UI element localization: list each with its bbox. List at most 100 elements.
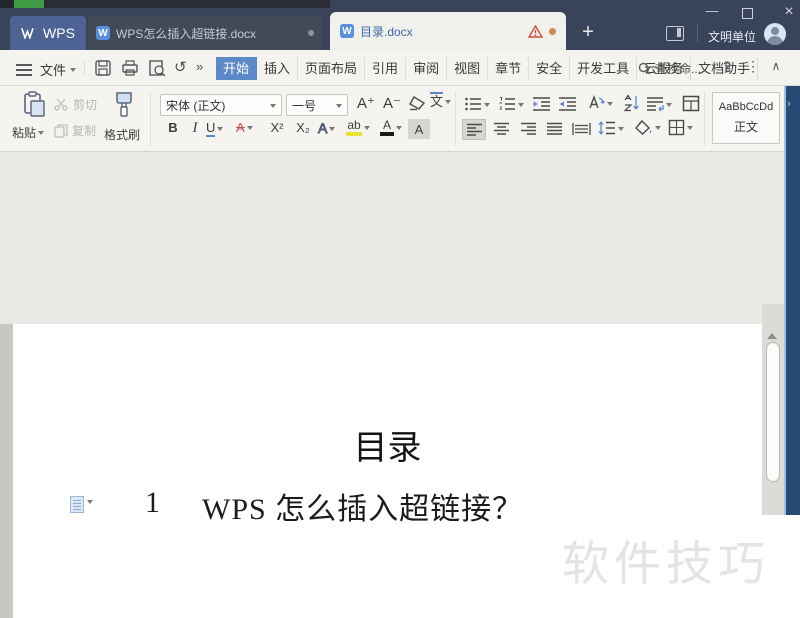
toc-update-widget[interactable]: [70, 496, 93, 513]
menu-tab-dev-tools[interactable]: 开发工具: [570, 57, 637, 80]
menu-tab-page-layout[interactable]: 页面布局: [298, 57, 365, 80]
chevron-down-icon: [655, 126, 661, 133]
menu-tab-section[interactable]: 章节: [488, 57, 529, 80]
line-spacing-button[interactable]: [598, 120, 624, 136]
format-painter-icon[interactable]: [112, 91, 136, 119]
collapse-ribbon-icon[interactable]: ∧: [768, 59, 784, 73]
minimize-button[interactable]: —: [700, 4, 724, 22]
clear-format-icon[interactable]: [408, 95, 426, 111]
align-left-button[interactable]: [462, 119, 486, 140]
paragraph-layout-button[interactable]: [646, 96, 672, 112]
decrease-indent-icon[interactable]: [532, 96, 551, 112]
numbered-list-button[interactable]: [498, 96, 524, 112]
align-left-icon: [466, 123, 483, 137]
chevron-down-icon: [217, 127, 223, 134]
chevron-down-icon: [396, 126, 402, 133]
chevron-down-icon: [484, 103, 490, 110]
highlight-label: ab: [347, 118, 360, 132]
more-commands-icon[interactable]: »: [196, 59, 203, 74]
shrink-font-button[interactable]: A⁻: [380, 94, 404, 116]
format-painter-button[interactable]: 格式刷: [104, 126, 140, 143]
vertical-scrollbar-thumb[interactable]: [766, 342, 780, 482]
borders-button[interactable]: [668, 119, 693, 136]
expand-panel-icon[interactable]: ›: [787, 98, 791, 110]
tab-document-2-label: 目录.docx: [360, 23, 413, 40]
undo-icon[interactable]: ↺: [174, 58, 187, 76]
chevron-down-icon: [38, 131, 44, 138]
menu-tab-review[interactable]: 审阅: [406, 57, 447, 80]
char-shading-button[interactable]: A: [408, 119, 430, 139]
menu-tab-view[interactable]: 视图: [447, 57, 488, 80]
desktop-fragment-navy: [330, 0, 800, 8]
menu-tab-security[interactable]: 安全: [529, 57, 570, 80]
user-account-label[interactable]: 文明单位: [708, 28, 756, 45]
copy-button[interactable]: 复制: [54, 122, 96, 139]
menu-tab-references[interactable]: 引用: [365, 57, 406, 80]
sort-icon[interactable]: [622, 94, 640, 112]
paste-button[interactable]: 粘贴: [12, 124, 44, 141]
bold-button[interactable]: B: [162, 120, 184, 142]
document-left-margin: [0, 324, 13, 618]
print-icon[interactable]: [121, 59, 139, 77]
desktop-background: [0, 0, 800, 8]
print-preview-icon[interactable]: [148, 59, 166, 77]
maximize-button[interactable]: [742, 8, 753, 19]
help-button[interactable]: ?: [718, 58, 736, 74]
paint-bucket-icon: [634, 119, 653, 136]
underline-button[interactable]: U: [206, 120, 223, 137]
distribute-icon[interactable]: [572, 122, 591, 136]
increase-indent-icon[interactable]: [558, 96, 577, 112]
save-icon[interactable]: [94, 59, 112, 77]
workspace-switch-icon[interactable]: [666, 26, 684, 41]
avatar[interactable]: [764, 23, 786, 45]
align-center-icon[interactable]: [493, 122, 510, 136]
cut-button[interactable]: 剪切: [54, 96, 97, 113]
chevron-down-icon: [336, 104, 342, 111]
hamburger-menu-icon[interactable]: [16, 61, 32, 75]
ribbon-separator: [455, 92, 456, 146]
font-color-bar: [380, 132, 394, 136]
grow-font-button[interactable]: A⁺: [354, 94, 378, 116]
close-button[interactable]: ×: [779, 2, 799, 22]
chevron-down-icon: [618, 127, 624, 134]
paste-icon[interactable]: [22, 91, 48, 119]
align-right-icon[interactable]: [520, 122, 537, 136]
copy-icon: [54, 124, 68, 138]
superscript-button[interactable]: X²: [264, 120, 290, 142]
watermark-text: 软件技巧: [562, 525, 770, 594]
tab-stops-icon[interactable]: [682, 95, 700, 112]
text-direction-button[interactable]: [586, 94, 613, 112]
highlight-button[interactable]: ab: [346, 118, 370, 136]
menu-tab-home[interactable]: 开始: [216, 57, 257, 80]
strikethrough-button[interactable]: A: [236, 120, 253, 135]
shading-button[interactable]: [634, 119, 661, 136]
unsaved-dot-icon: [308, 30, 314, 36]
justify-icon[interactable]: [546, 122, 563, 136]
text-effects-button[interactable]: A: [318, 120, 335, 136]
paragraph-layout-icon: [646, 96, 664, 112]
tab-document-2-active[interactable]: W 目录.docx: [330, 12, 566, 50]
phonetic-guide-button[interactable]: 文: [430, 92, 451, 110]
menu-tab-insert[interactable]: 插入: [257, 57, 298, 80]
desktop-fragment: [0, 0, 14, 8]
chevron-down-icon: [607, 102, 613, 109]
tab-document-1[interactable]: W WPS怎么插入超链接.docx: [88, 16, 322, 50]
search-command-box[interactable]: 查找命...: [638, 60, 701, 77]
toc-entry-number: 1: [145, 486, 160, 520]
bullet-list-button[interactable]: [464, 96, 490, 112]
font-color-button[interactable]: A: [380, 118, 402, 136]
file-menu[interactable]: 文件: [40, 60, 76, 79]
style-gallery-item[interactable]: AaBbCcDd 正文: [712, 92, 780, 144]
scroll-up-icon[interactable]: [767, 328, 777, 339]
avatar-head: [771, 27, 779, 35]
wps-logo-icon: [21, 27, 37, 39]
chevron-down-icon: [70, 68, 76, 75]
font-name-select[interactable]: 宋体 (正文): [160, 94, 282, 116]
kebab-menu-icon[interactable]: ⋮: [746, 58, 760, 75]
watermark-overlay: 软件技巧: [556, 515, 800, 618]
new-tab-button[interactable]: +: [574, 18, 602, 46]
subscript-button[interactable]: X₂: [290, 120, 316, 142]
italic-button[interactable]: I: [186, 120, 204, 142]
wps-home-button[interactable]: WPS: [10, 16, 86, 50]
font-size-select[interactable]: 一号: [286, 94, 348, 116]
